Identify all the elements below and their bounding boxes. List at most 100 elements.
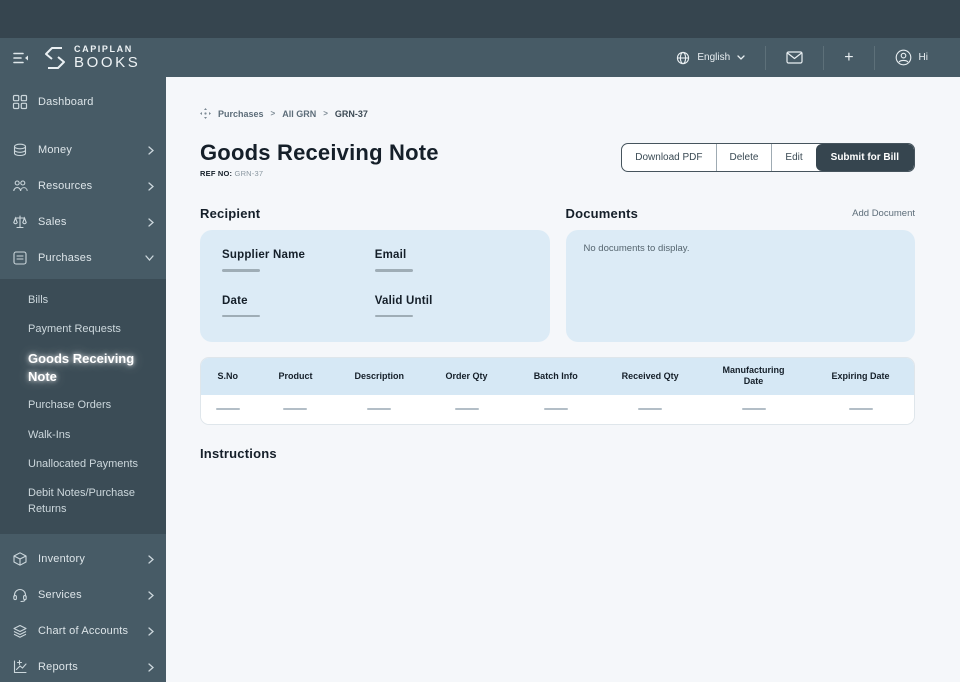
sidebar-item-reports[interactable]: Reports: [0, 652, 166, 682]
plus-icon: +: [844, 48, 854, 66]
submenu-item-purchase-orders[interactable]: Purchase Orders: [0, 391, 166, 420]
appbar-left: CAPIPLAN BOOKS: [12, 44, 140, 72]
reports-icon: [12, 659, 28, 675]
empty-value-dash: [454, 407, 479, 410]
breadcrumb-item-current: GRN-37: [334, 108, 368, 119]
field-valid-until: Valid Until: [374, 295, 528, 324]
empty-value-dash: [215, 407, 240, 410]
services-icon: [12, 587, 28, 603]
quick-add-button[interactable]: +: [824, 48, 873, 66]
main-content: Purchases > All GRN > GRN-37 Goods Recei…: [166, 77, 960, 682]
money-icon: [12, 142, 28, 158]
submit-for-bill-button[interactable]: Submit for Bill: [815, 144, 914, 171]
empty-value-dash: [374, 314, 413, 317]
items-table: S.No Product Description Order Qty Batch…: [200, 357, 915, 425]
user-greeting: Hi: [918, 52, 928, 63]
page-title: Goods Receiving Note: [200, 140, 439, 165]
empty-value-dash: [848, 407, 873, 410]
sidebar-item-label: Purchases: [38, 252, 92, 264]
brand-name-top: CAPIPLAN: [74, 44, 133, 54]
ref-number-value: GRN-37: [234, 169, 264, 178]
chevron-right-icon: [148, 590, 154, 600]
recipient-heading: Recipient: [200, 205, 261, 221]
column-header-description: Description: [336, 358, 422, 395]
table-header-row: S.No Product Description Order Qty Batch…: [201, 358, 914, 395]
breadcrumb-separator: >: [270, 109, 276, 118]
empty-value-dash: [374, 269, 413, 272]
table-row: [201, 394, 914, 424]
column-header-sno: S.No: [201, 358, 255, 395]
recipient-section: Recipient Supplier Name Email Date Valid…: [200, 205, 550, 342]
add-document-link[interactable]: Add Document: [852, 208, 915, 219]
breadcrumb: Purchases > All GRN > GRN-37: [200, 108, 915, 119]
documents-empty-text: No documents to display.: [583, 243, 690, 254]
sidebar-item-label: Sales: [38, 216, 67, 228]
page-header: Goods Receiving Note REF NO: GRN-37 Down…: [200, 140, 915, 178]
language-selector[interactable]: English: [656, 51, 765, 65]
empty-value-dash: [222, 314, 260, 317]
field-email: Email: [374, 249, 528, 278]
submenu-item-unallocated-payments[interactable]: Unallocated Payments: [0, 450, 166, 479]
breadcrumb-item-all-grn[interactable]: All GRN: [282, 109, 316, 119]
chevron-right-icon: [148, 626, 154, 636]
submenu-item-walk-ins[interactable]: Walk-Ins: [0, 421, 166, 450]
sidebar: Dashboard Money Resources Sales Purchase…: [0, 77, 166, 682]
empty-value-dash: [543, 407, 568, 410]
field-label: Email: [374, 249, 407, 261]
brand-logo-icon: [42, 44, 68, 72]
table-cell: [254, 394, 337, 424]
window-top-band: [0, 0, 960, 38]
field-label: Supplier Name: [222, 249, 306, 261]
sidebar-item-dashboard[interactable]: Dashboard: [0, 85, 166, 119]
column-header-product: Product: [254, 358, 337, 395]
brand-logo[interactable]: CAPIPLAN BOOKS: [42, 44, 140, 72]
field-label: Date: [222, 294, 248, 307]
sidebar-item-services[interactable]: Services: [0, 580, 166, 610]
language-label: English: [697, 52, 731, 63]
sidebar-item-label: Dashboard: [38, 96, 94, 108]
table-cell: [700, 394, 807, 424]
sidebar-item-label: Resources: [38, 180, 93, 192]
submenu-item-goods-receiving-note[interactable]: Goods Receiving Note: [0, 345, 166, 391]
user-menu[interactable]: Hi: [875, 49, 948, 66]
sidebar-item-money[interactable]: Money: [0, 135, 166, 165]
sidebar-collapse-icon[interactable]: [12, 51, 30, 65]
brand-logo-text: CAPIPLAN BOOKS: [74, 44, 141, 71]
documents-heading: Documents: [565, 205, 639, 221]
globe-icon: [676, 51, 690, 65]
column-header-expiring-date: Expiring Date: [807, 358, 914, 395]
field-date: Date: [222, 295, 375, 324]
submenu-item-bills[interactable]: Bills: [0, 286, 166, 315]
sidebar-item-chart-of-accounts[interactable]: Chart of Accounts: [0, 616, 166, 646]
sidebar-item-label: Inventory: [38, 553, 86, 566]
sidebar-item-label: Money: [38, 144, 73, 156]
sidebar-item-purchases[interactable]: Purchases: [0, 243, 166, 273]
submenu-item-payment-requests[interactable]: Payment Requests: [0, 315, 166, 344]
column-header-received-qty: Received Qty: [600, 358, 701, 395]
sidebar-item-inventory[interactable]: Inventory: [0, 544, 166, 574]
chevron-right-icon: [148, 217, 154, 227]
table-cell: [511, 394, 601, 424]
sidebar-item-sales[interactable]: Sales: [0, 207, 166, 237]
breadcrumb-item-purchases[interactable]: Purchases: [218, 109, 264, 119]
delete-button[interactable]: Delete: [715, 144, 772, 171]
download-pdf-button[interactable]: Download PDF: [622, 144, 715, 171]
empty-value-dash: [367, 407, 392, 410]
envelope-icon: [786, 51, 803, 64]
inventory-icon: [12, 551, 28, 567]
chart-of-accounts-icon: [12, 623, 28, 639]
chevron-right-icon: [148, 662, 154, 672]
sidebar-item-resources[interactable]: Resources: [0, 171, 166, 201]
instructions-heading: Instructions: [200, 446, 277, 461]
breadcrumb-separator: >: [323, 109, 328, 118]
edit-button[interactable]: Edit: [771, 144, 815, 171]
action-button-group: Download PDF Delete Edit Submit for Bill: [621, 143, 915, 172]
submenu-item-debit-notes-purchase-returns[interactable]: Debit Notes/Purchase Returns: [0, 479, 166, 524]
sidebar-item-label: Services: [38, 589, 82, 602]
messages-button[interactable]: [766, 51, 823, 64]
sidebar-item-label: Reports: [38, 661, 78, 674]
brand-name-bottom: BOOKS: [74, 54, 141, 71]
column-header-manufacturing-date: Manufacturing Date: [700, 358, 807, 395]
page-title-block: Goods Receiving Note REF NO: GRN-37: [200, 140, 439, 178]
table-cell: [336, 394, 422, 424]
